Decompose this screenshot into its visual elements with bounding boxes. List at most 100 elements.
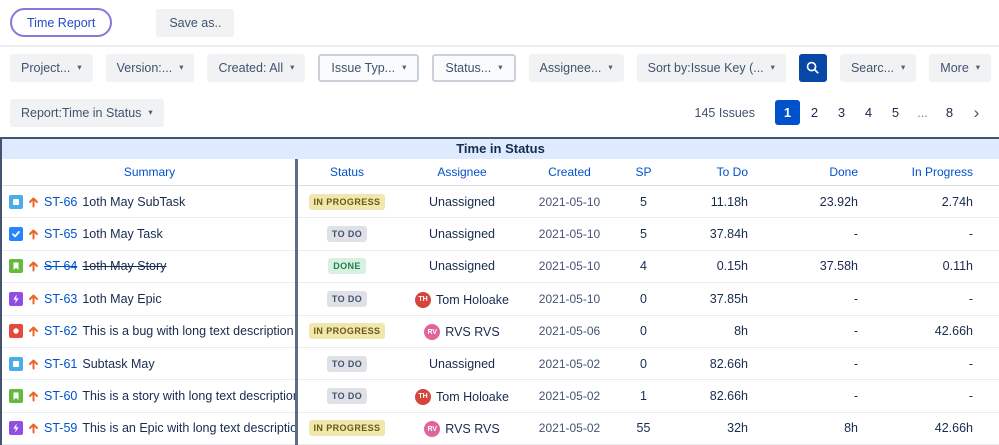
assignee-avatar: RV <box>424 324 441 340</box>
version-filter-dropdown[interactable]: Version:... ▾ <box>105 53 195 82</box>
chevron-down-icon: ▾ <box>498 62 503 73</box>
page-button-8[interactable]: 8 <box>937 100 962 125</box>
subtask-icon <box>9 356 23 371</box>
done-cell: - <box>853 227 858 242</box>
search-button[interactable] <box>798 53 827 82</box>
table-row: ST-65 1oth May Task TO DO Unassigned 202… <box>2 218 999 251</box>
issue-key-link[interactable]: ST-59 <box>44 421 77 435</box>
chevron-down-icon: ▾ <box>901 62 906 73</box>
assignee-filter-dropdown[interactable]: Assignee... ▾ <box>528 53 624 82</box>
status-badge: TO DO <box>326 290 368 307</box>
search-icon <box>805 60 820 75</box>
todo-cell: 8h <box>734 324 748 339</box>
table-row: ST-62 This is a bug with long text descr… <box>2 316 999 348</box>
issue-type-filter-dropdown[interactable]: Issue Typ... ▾ <box>318 53 420 82</box>
sp-cell: 0 <box>640 291 647 306</box>
table-row: ST-66 1oth May SubTask IN PROGRESS Unass… <box>2 186 999 219</box>
more-label: More <box>940 60 969 75</box>
page-button-5[interactable]: 5 <box>883 100 908 125</box>
bug-icon <box>9 324 23 339</box>
col-header-sp[interactable]: SP <box>612 165 675 179</box>
done-cell: - <box>853 389 858 404</box>
assignee-cell: RV RVS RVS <box>397 323 527 340</box>
page-button-4[interactable]: 4 <box>856 100 881 125</box>
issue-summary: This is a story with long text descripti… <box>82 389 297 404</box>
col-header-created[interactable]: Created <box>527 165 612 179</box>
status-badge: IN PROGRESS <box>308 193 386 210</box>
status-badge: IN PROGRESS <box>308 323 386 340</box>
assignee-avatar: RV <box>424 421 441 438</box>
assignee-filter-label: Assignee... <box>539 60 602 75</box>
priority-up-icon <box>28 390 39 402</box>
issue-summary: 1oth May SubTask <box>82 194 186 209</box>
status-badge: TO DO <box>326 226 368 243</box>
save-as-button[interactable]: Save as.. <box>156 8 235 37</box>
more-dropdown[interactable]: More ▾ <box>929 53 992 82</box>
created-cell: 2021-05-10 <box>538 194 601 209</box>
sort-by-dropdown[interactable]: Sort by:Issue Key (... ▾ <box>636 53 786 82</box>
inprogress-cell: - <box>968 356 973 371</box>
epic-icon <box>9 421 23 436</box>
time-report-button[interactable]: Time Report <box>10 8 113 37</box>
created-cell: 2021-05-10 <box>538 227 601 242</box>
col-header-assignee[interactable]: Assignee <box>397 165 527 179</box>
project-filter-dropdown[interactable]: Project... ▾ <box>10 53 93 82</box>
issue-key-link[interactable]: ST-62 <box>44 324 77 338</box>
status-filter-label: Status... <box>445 60 492 75</box>
priority-up-icon <box>28 358 39 370</box>
status-badge: DONE <box>328 258 366 275</box>
issue-key-link[interactable]: ST-65 <box>44 227 77 241</box>
issue-summary: 1oth May Story <box>82 259 167 274</box>
page-button-1[interactable]: 1 <box>775 100 800 125</box>
todo-cell: 82.66h <box>709 389 748 404</box>
sp-cell: 0 <box>640 324 647 339</box>
version-filter-label: Version:... <box>116 60 173 75</box>
page-button-3[interactable]: 3 <box>829 100 854 125</box>
page-button-2[interactable]: 2 <box>802 100 827 125</box>
created-filter-dropdown[interactable]: Created: All ▾ <box>207 53 306 82</box>
col-header-status[interactable]: Status <box>297 165 397 179</box>
created-cell: 2021-05-02 <box>538 389 601 404</box>
issue-key-link[interactable]: ST-60 <box>44 389 77 403</box>
sp-cell: 1 <box>640 389 647 404</box>
report-selector-dropdown[interactable]: Report:Time in Status ▾ <box>10 98 164 127</box>
status-filter-dropdown[interactable]: Status... ▾ <box>432 53 516 82</box>
created-cell: 2021-05-02 <box>538 421 601 436</box>
report-selector-label: Report:Time in Status <box>21 105 142 120</box>
search-filter-dropdown[interactable]: Searc... ▾ <box>839 53 917 82</box>
issue-summary: 1oth May Task <box>82 227 163 242</box>
top-toolbar: Time Report Save as.. <box>0 0 999 47</box>
page-ellipsis: ... <box>917 105 928 120</box>
subtask-icon <box>9 194 23 209</box>
todo-cell: 82.66h <box>709 356 748 371</box>
issue-key-link[interactable]: ST-64 <box>44 259 77 273</box>
report-bar: Report:Time in Status ▾ 145 Issues 1 2 3… <box>0 88 999 137</box>
assignee-avatar: TH <box>415 291 432 308</box>
project-filter-label: Project... <box>21 60 71 75</box>
col-header-summary[interactable]: Summary <box>2 165 297 179</box>
next-page-button[interactable]: › <box>964 100 989 125</box>
sp-cell: 0 <box>640 356 647 371</box>
table-title: Time in Status <box>2 137 999 159</box>
issue-key-link[interactable]: ST-63 <box>44 292 77 306</box>
issue-key-link[interactable]: ST-66 <box>44 195 77 209</box>
pagination: 145 Issues 1 2 3 4 5 ... 8 › <box>695 100 989 125</box>
priority-up-icon <box>28 422 39 434</box>
col-header-todo[interactable]: To Do <box>675 165 760 179</box>
todo-cell: 0.15h <box>716 259 748 274</box>
priority-up-icon <box>28 228 39 240</box>
column-resize-divider[interactable] <box>295 159 298 445</box>
col-header-done[interactable]: Done <box>760 165 872 179</box>
priority-up-icon <box>28 260 39 272</box>
col-header-inprogress[interactable]: In Progress <box>872 165 999 179</box>
issue-type-filter-label: Issue Typ... <box>331 60 396 75</box>
created-cell: 2021-05-02 <box>538 356 601 371</box>
epic-icon <box>9 291 23 306</box>
chevron-down-icon: ▾ <box>179 62 184 73</box>
issue-key-link[interactable]: ST-61 <box>44 357 77 371</box>
created-filter-label: Created: All <box>218 60 284 75</box>
task-icon <box>9 227 23 242</box>
sp-cell: 4 <box>640 259 647 274</box>
priority-up-icon <box>28 293 39 305</box>
todo-cell: 37.85h <box>709 291 748 306</box>
